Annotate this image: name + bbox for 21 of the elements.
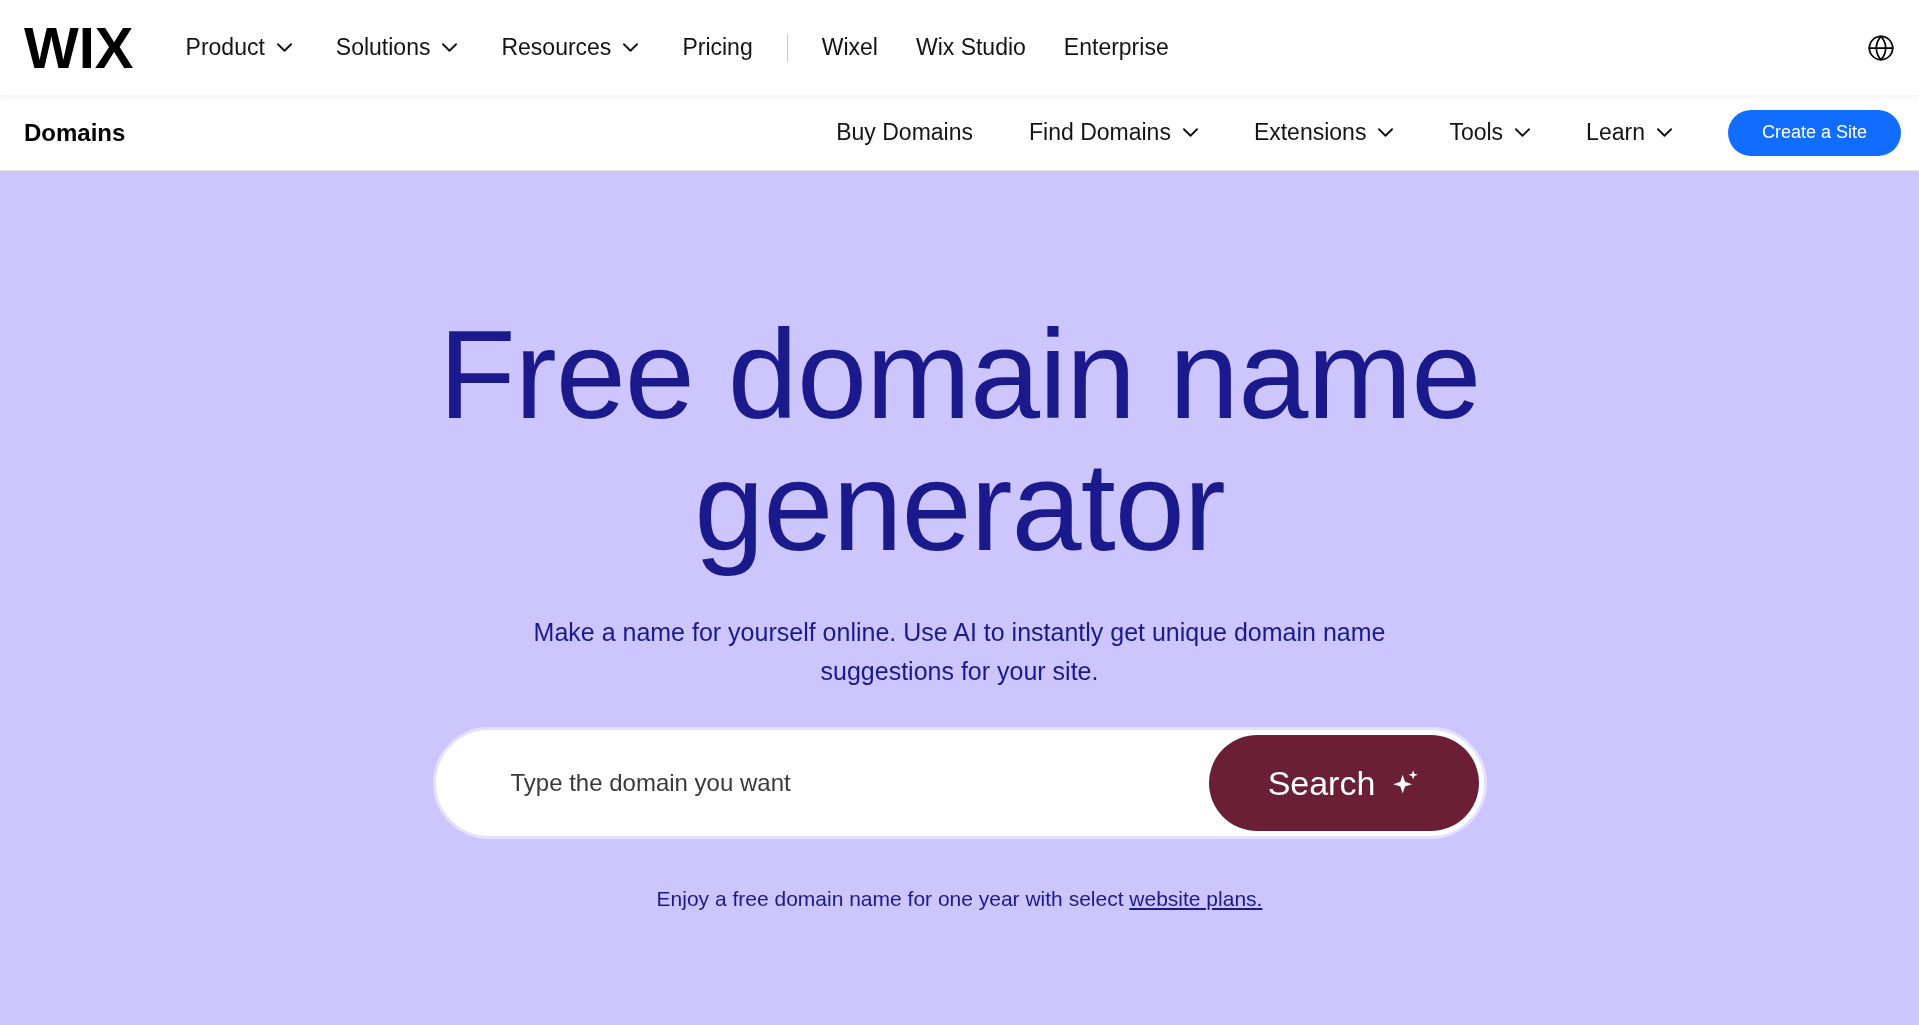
- globe-icon[interactable]: [1867, 33, 1895, 62]
- nav-link[interactable]: Tools: [1449, 115, 1531, 150]
- hero-subtitle: Make a name for yourself online. Use AI to instantly get unique domain name suggestions for your site.: [533, 617, 1386, 687]
- nav-link[interactable]: Wixel: [821, 30, 878, 65]
- nav-link[interactable]: Buy Domains: [836, 115, 973, 150]
- nav-link[interactable]: Extensions: [1253, 115, 1394, 150]
- nav-link[interactable]: Product: [185, 30, 292, 65]
- section-title: Domains: [24, 117, 126, 148]
- create-site-button[interactable]: Create a Site: [1727, 109, 1901, 156]
- nav-link[interactable]: Wix Studio: [915, 30, 1026, 65]
- logo[interactable]: WIX: [24, 18, 134, 77]
- domain-search-field[interactable]: Type the domain you want Search: [432, 727, 1487, 839]
- plans-note: Enjoy a free domain name for one year with select website plans.: [656, 886, 1263, 912]
- nav-link[interactable]: Learn: [1586, 115, 1672, 150]
- nav-link[interactable]: Pricing: [682, 30, 753, 65]
- nav-link[interactable]: Resources: [501, 30, 639, 65]
- nav-link[interactable]: Find Domains: [1029, 115, 1198, 150]
- website-plans-link[interactable]: website plans.: [1129, 887, 1263, 910]
- nav-link[interactable]: Enterprise: [1063, 30, 1169, 65]
- nav-link[interactable]: Solutions: [335, 30, 458, 65]
- search-button[interactable]: Search: [1208, 735, 1479, 831]
